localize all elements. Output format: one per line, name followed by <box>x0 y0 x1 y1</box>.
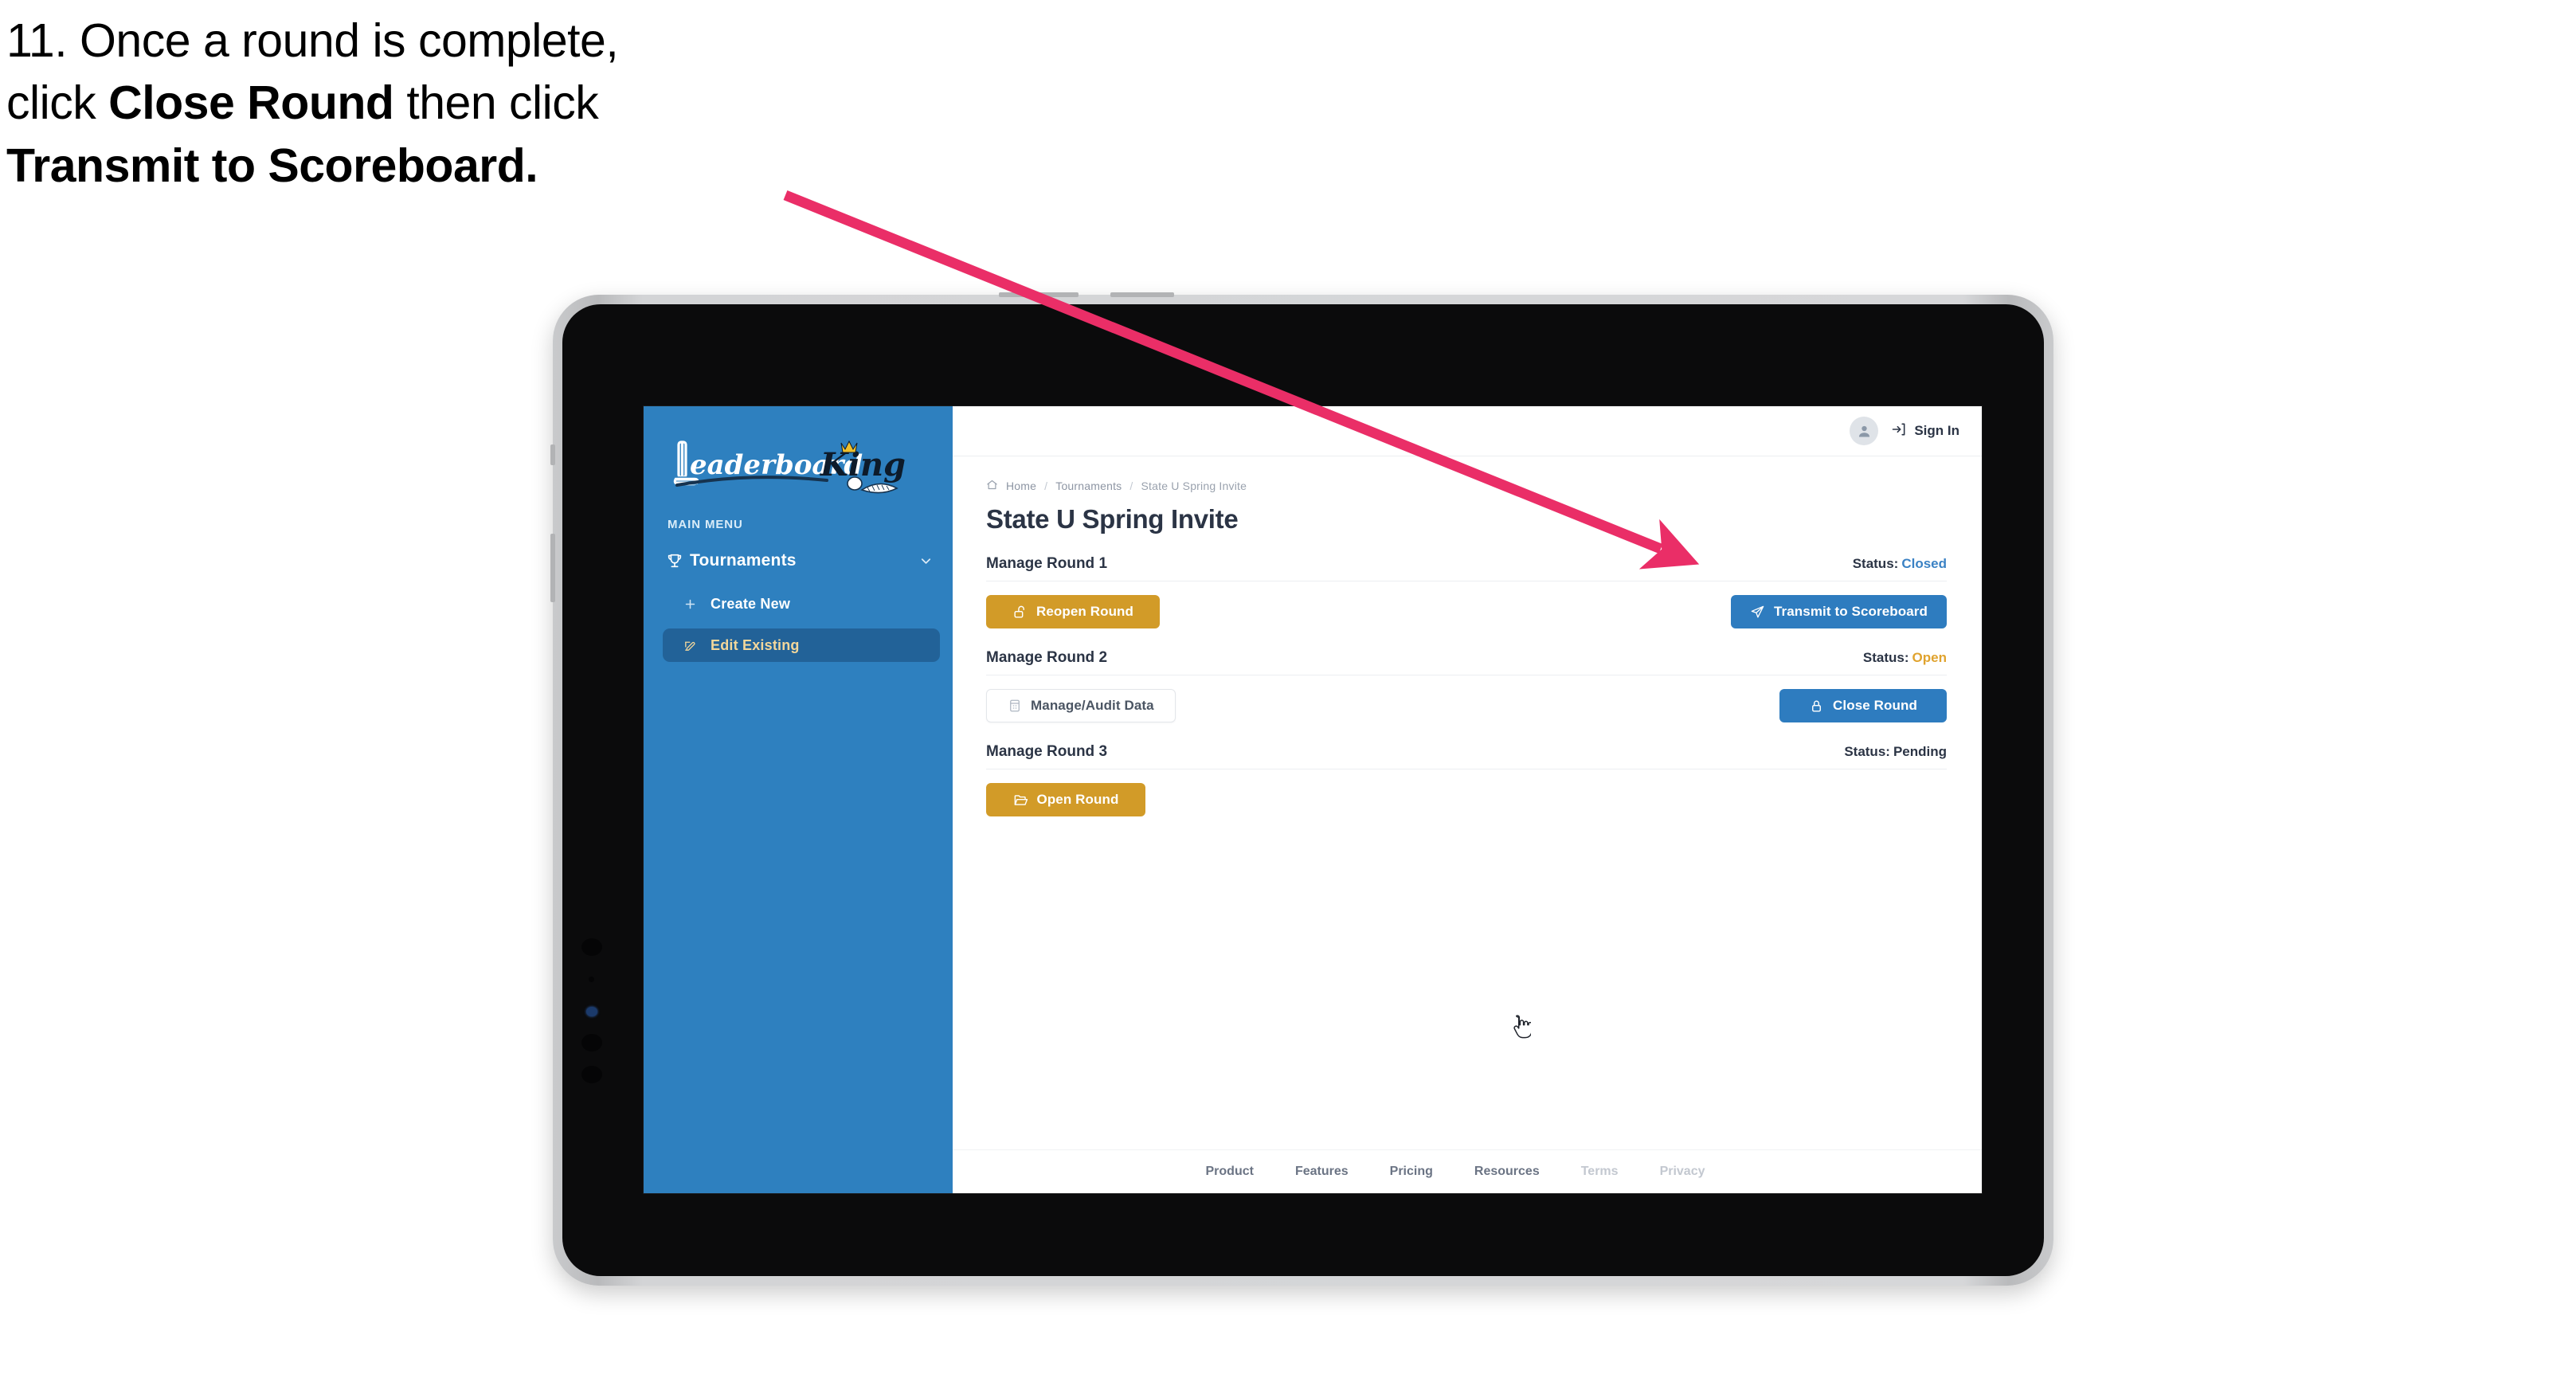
round-title: Manage Round 1 <box>986 555 1108 572</box>
tablet-device-frame: eaderboard King MAIN MENU Tournaments Cr… <box>550 292 2053 1286</box>
instruction-caption: 11. Once a round is complete, click Clos… <box>6 10 883 197</box>
sidebar-item-label: Edit Existing <box>711 636 800 653</box>
footer-link-terms[interactable]: Terms <box>1581 1165 1619 1179</box>
status-badge: Status: Closed <box>1853 556 1947 572</box>
app-topbar: Sign In <box>953 406 1982 456</box>
main-content: Sign In Home / Tournaments / State U Spr… <box>953 406 1982 1193</box>
edit-square-icon <box>683 639 711 652</box>
breadcrumb-separator: / <box>1044 480 1048 492</box>
home-icon[interactable] <box>986 479 998 493</box>
footer-link-resources[interactable]: Resources <box>1474 1165 1540 1179</box>
leaderboard-king-logo-icon: eaderboard King <box>672 440 906 494</box>
button-label: Close Round <box>1833 698 1917 713</box>
status-badge: Status: Open <box>1863 650 1947 666</box>
unlock-icon <box>1012 605 1028 620</box>
user-avatar-icon <box>1858 425 1869 437</box>
reopen-round-button[interactable]: Reopen Round <box>986 595 1160 628</box>
round-section-1: Manage Round 1 Status: Closed Reopen Rou… <box>986 555 1947 628</box>
sidebar-section-label: MAIN MENU <box>667 518 743 531</box>
sidebar-item-edit-existing[interactable]: Edit Existing <box>663 628 940 662</box>
breadcrumb-item-current: State U Spring Invite <box>1141 480 1247 492</box>
button-label: Reopen Round <box>1035 604 1134 619</box>
avatar[interactable] <box>1850 417 1879 445</box>
tablet-top-button-1 <box>999 292 1079 297</box>
status-badge: Status: Pending <box>1844 744 1947 760</box>
tablet-sensor-cluster <box>562 894 618 1109</box>
app-sidebar: eaderboard King MAIN MENU Tournaments Cr… <box>644 406 953 1193</box>
trophy-icon <box>666 552 690 570</box>
round-actions: Manage/Audit Data Close Round <box>986 689 1947 722</box>
round-header: Manage Round 2 Status: Open <box>986 649 1947 675</box>
round-section-3: Manage Round 3 Status: Pending Open Roun… <box>986 743 1947 816</box>
caption-close-round-bold: Close Round <box>108 76 394 130</box>
tablet-bezel: eaderboard King MAIN MENU Tournaments Cr… <box>562 304 2044 1276</box>
round-title: Manage Round 3 <box>986 743 1108 760</box>
footer-link-privacy[interactable]: Privacy <box>1660 1165 1705 1179</box>
folder-open-icon <box>1013 793 1028 808</box>
round-actions: Reopen Round Transmit to Scoreboard <box>986 595 1947 628</box>
status-label: Status: <box>1852 556 1899 571</box>
caption-line-2: click Close Round then click <box>6 76 599 130</box>
sidebar-item-tournaments[interactable]: Tournaments <box>644 542 953 579</box>
sidebar-item-label: Create New <box>711 595 791 612</box>
caption-transmit-bold: Transmit to Scoreboard. <box>6 139 538 192</box>
breadcrumb-item-tournaments[interactable]: Tournaments <box>1055 480 1122 492</box>
led-indicator-icon <box>586 1007 597 1016</box>
sign-in-button[interactable]: Sign In <box>1891 421 1959 441</box>
lock-icon <box>1809 699 1824 714</box>
status-value: Closed <box>1901 556 1947 571</box>
sign-in-label: Sign In <box>1914 423 1959 438</box>
status-value: Open <box>1912 650 1947 665</box>
round-actions: Open Round <box>986 783 1947 816</box>
status-label: Status: <box>1862 650 1909 665</box>
tablet-screen: eaderboard King MAIN MENU Tournaments Cr… <box>644 406 1982 1193</box>
camera-dot-icon <box>581 938 602 956</box>
round-section-2: Manage Round 2 Status: Open Manage/Audit… <box>986 649 1947 722</box>
open-round-button[interactable]: Open Round <box>986 783 1145 816</box>
paper-plane-icon <box>1750 605 1765 620</box>
camera-dot-icon <box>581 1034 602 1051</box>
caption-line-1: 11. Once a round is complete, <box>6 14 619 67</box>
plus-icon <box>683 597 711 611</box>
round-header: Manage Round 3 Status: Pending <box>986 743 1947 769</box>
button-label: Manage/Audit Data <box>1031 698 1154 713</box>
round-title: Manage Round 2 <box>986 649 1108 666</box>
camera-dot-icon <box>581 1066 602 1083</box>
breadcrumb-separator: / <box>1129 480 1133 492</box>
manage-audit-data-button[interactable]: Manage/Audit Data <box>986 689 1176 722</box>
page-title: State U Spring Invite <box>986 504 1239 534</box>
table-grid-icon <box>1008 699 1022 713</box>
button-label: Transmit to Scoreboard <box>1773 604 1928 619</box>
page-footer: Product Features Pricing Resources Terms… <box>953 1149 1982 1193</box>
sidebar-item-label: Tournaments <box>690 551 797 570</box>
footer-link-pricing[interactable]: Pricing <box>1390 1165 1433 1179</box>
page-content: Home / Tournaments / State U Spring Invi… <box>953 456 1982 1149</box>
app-logo[interactable]: eaderboard King <box>644 406 953 505</box>
round-header: Manage Round 1 Status: Closed <box>986 555 1947 581</box>
footer-link-product[interactable]: Product <box>1206 1165 1254 1179</box>
svg-text:King: King <box>820 446 906 484</box>
sensor-dot-icon <box>589 977 594 982</box>
sidebar-item-create-new[interactable]: Create New <box>663 587 940 621</box>
caption-line-3: Transmit to Scoreboard. <box>6 135 883 197</box>
close-round-button[interactable]: Close Round <box>1779 689 1947 722</box>
transmit-to-scoreboard-button[interactable]: Transmit to Scoreboard <box>1730 595 1947 628</box>
footer-link-features[interactable]: Features <box>1295 1165 1349 1179</box>
tablet-side-button-1 <box>550 444 555 465</box>
status-label: Status: <box>1844 744 1890 759</box>
chevron-down-icon[interactable] <box>913 554 934 569</box>
status-value: Pending <box>1893 744 1947 759</box>
tablet-top-button-2 <box>1110 292 1174 297</box>
tablet-side-button-2 <box>550 534 555 602</box>
breadcrumb-item-home[interactable]: Home <box>1006 480 1036 492</box>
button-label: Open Round <box>1036 792 1119 807</box>
breadcrumb: Home / Tournaments / State U Spring Invi… <box>986 479 1947 493</box>
login-arrow-icon <box>1891 421 1907 441</box>
